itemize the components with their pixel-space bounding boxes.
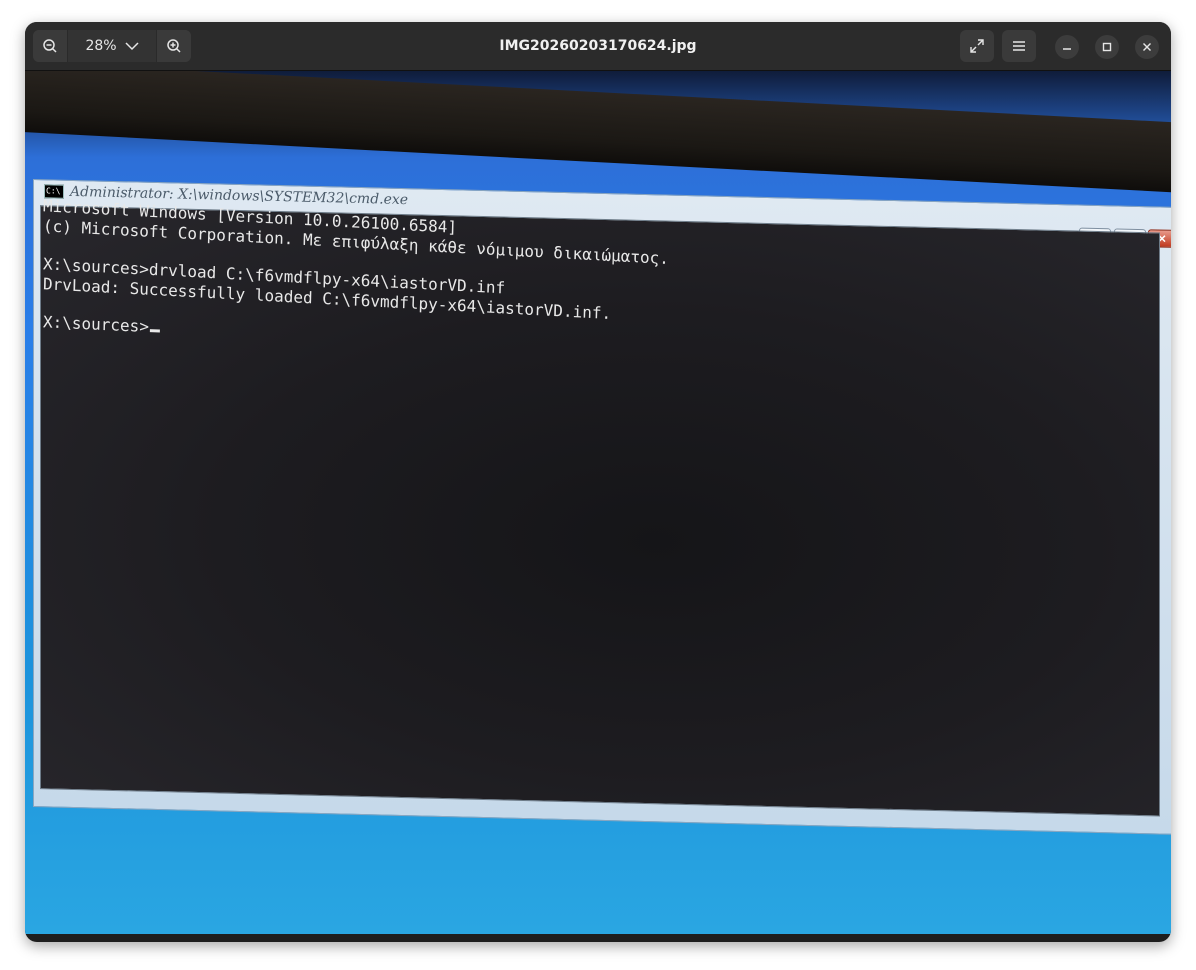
fullscreen-button[interactable] (960, 30, 994, 62)
window-title: IMG20260203170624.jpg (499, 38, 697, 54)
console-prompt-line: X:\sources> (43, 312, 160, 336)
minimize-button[interactable] (1055, 35, 1079, 59)
close-icon (1143, 43, 1151, 51)
text-cursor (149, 329, 160, 333)
console-area: Microsoft Windows [Version 10.0.26100.65… (40, 196, 1160, 817)
main-menu-button[interactable] (1002, 30, 1036, 62)
photographed-cmd-window: C:\ Administrator: X:\windows\SYSTEM32\c… (33, 179, 1171, 835)
image-viewer-window: 28% IMG20260203170624.jpg C:\ Administra… (25, 22, 1171, 942)
fullscreen-icon (970, 39, 984, 53)
maximize-button[interactable] (1095, 35, 1119, 59)
console-prompt: X:\sources> (42, 312, 150, 337)
monitor-bezel (25, 71, 1171, 194)
header-bar: 28% IMG20260203170624.jpg (25, 22, 1171, 71)
close-button[interactable] (1135, 35, 1159, 59)
maximize-icon (1102, 42, 1112, 52)
minimize-icon (1063, 48, 1071, 50)
menu-icon (1013, 41, 1025, 51)
image-canvas[interactable]: C:\ Administrator: X:\windows\SYSTEM32\c… (25, 71, 1171, 934)
